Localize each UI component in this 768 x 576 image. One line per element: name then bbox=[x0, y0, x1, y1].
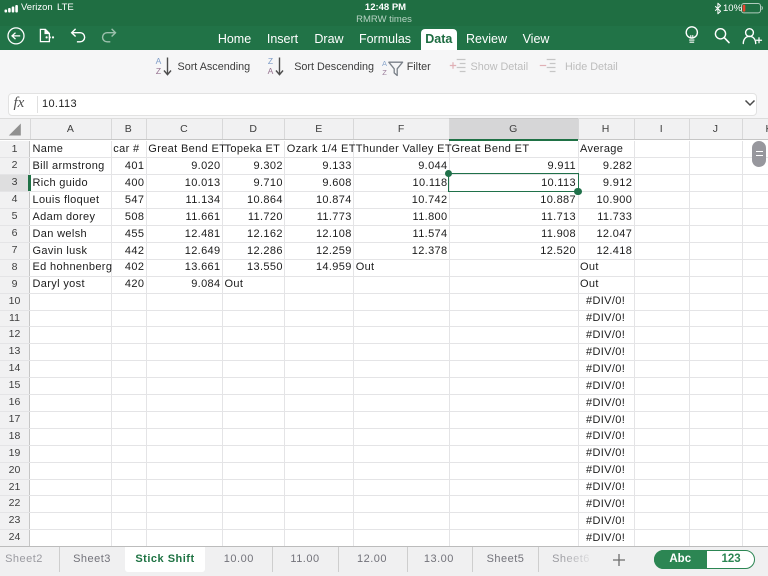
svg-text:Z: Z bbox=[268, 56, 273, 66]
svg-text:Z: Z bbox=[382, 68, 387, 77]
svg-text:A: A bbox=[268, 66, 274, 76]
svg-text:A: A bbox=[156, 56, 162, 66]
svg-text:Z: Z bbox=[156, 66, 161, 76]
svg-text:A: A bbox=[382, 59, 387, 68]
